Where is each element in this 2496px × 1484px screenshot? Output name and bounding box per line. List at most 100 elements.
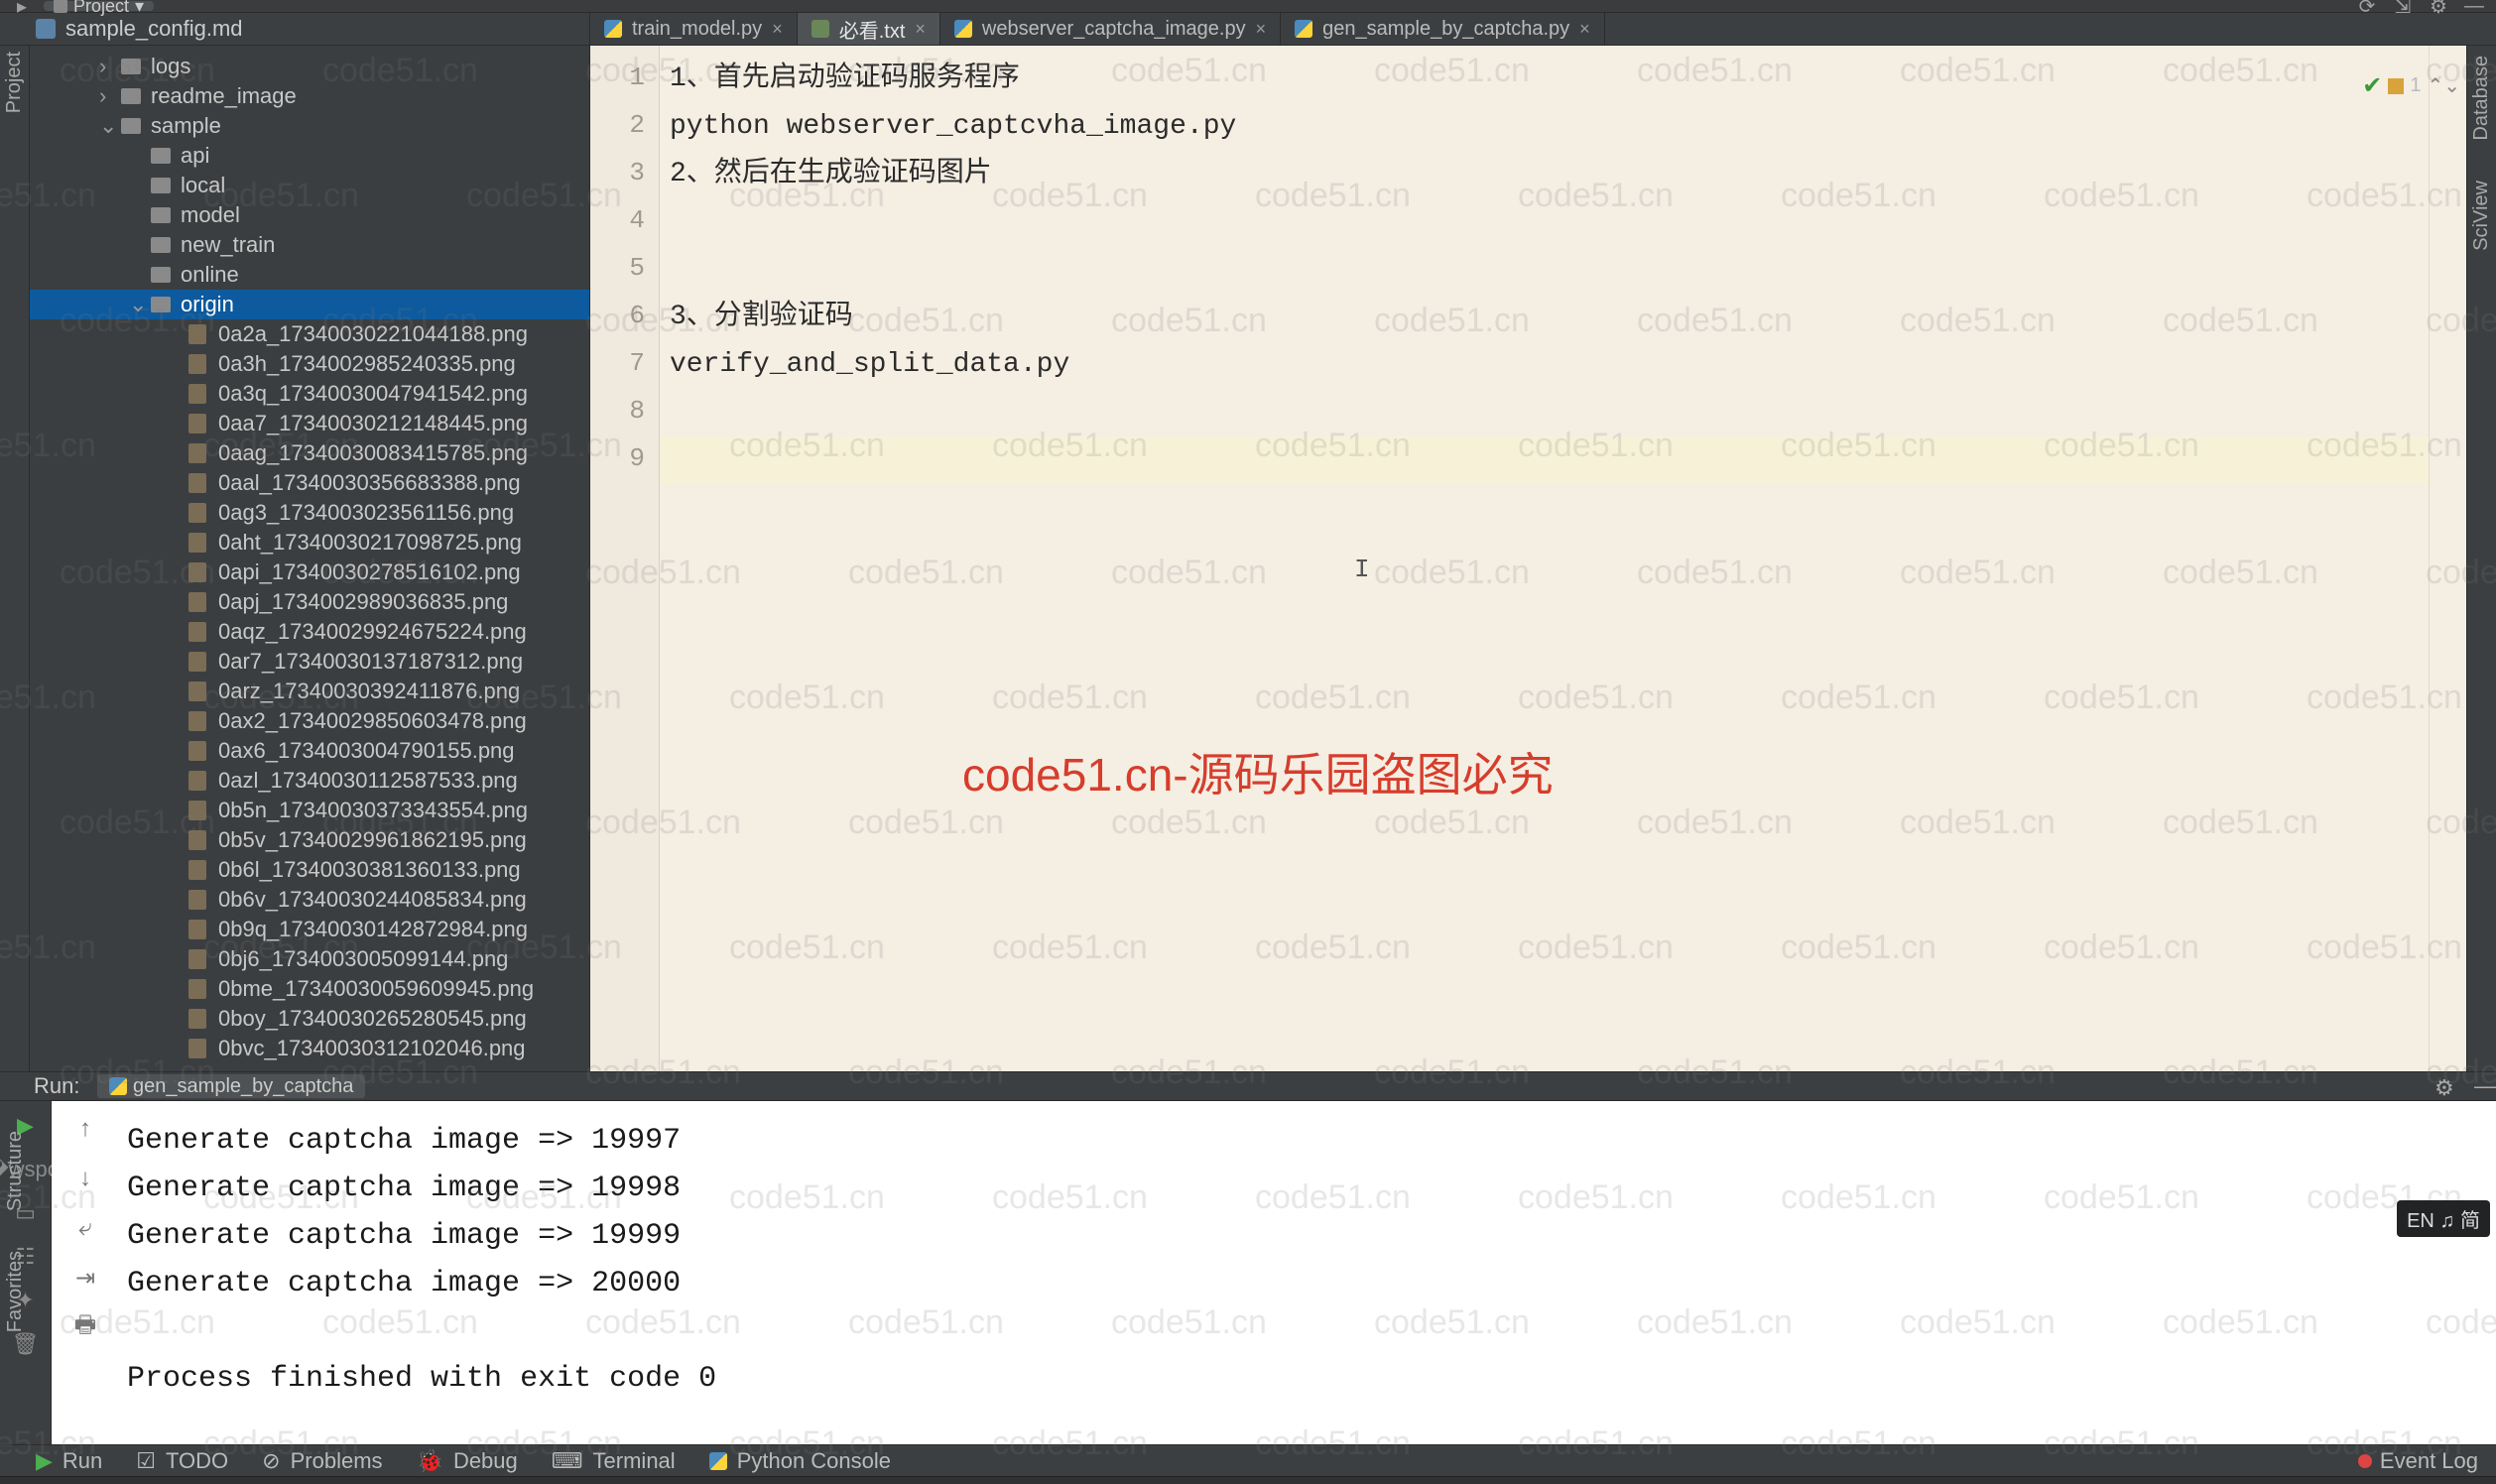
tree-file[interactable]: 0b5v_17340029961862195.png	[30, 825, 589, 855]
event-log-button[interactable]: Event Log	[2358, 1448, 2496, 1474]
editor-code[interactable]: 1、首先启动验证码服务程序 python webserver_captcvha_…	[660, 46, 2429, 1071]
run-console[interactable]: Generate captcha image => 19997 Generate…	[119, 1101, 2496, 1444]
debug-tool-button[interactable]: 🐞Debug	[417, 1448, 518, 1474]
folder-icon	[121, 88, 141, 104]
trash-icon[interactable]: 🗑	[13, 1331, 39, 1357]
editor-tab-1[interactable]: 必看.txt×	[798, 13, 940, 45]
tree-file-label: 0aal_17340030356683388.png	[218, 470, 521, 496]
terminal-tool-button[interactable]: ⌨Terminal	[552, 1448, 676, 1474]
project-tree[interactable]: ›logs›readme_image⌄sampleapilocalmodelne…	[30, 46, 590, 1071]
python-icon	[709, 1452, 727, 1470]
tree-file-label: 0a3q_17340030047941542.png	[218, 381, 528, 407]
tree-file[interactable]: 0ax6_1734003004790155.png	[30, 736, 589, 766]
python-console-tool-button[interactable]: Python Console	[709, 1448, 891, 1474]
tree-file[interactable]: 0aqz_17340029924675224.png	[30, 617, 589, 647]
side-sciview-label[interactable]: SciView	[2470, 181, 2493, 251]
tree-file[interactable]: 0a3q_17340030047941542.png	[30, 379, 589, 409]
bottom-tool-strip: ▶Run ☑TODO ⊘Problems 🐞Debug ⌨Terminal Py…	[0, 1444, 2496, 1476]
tree-folder-origin[interactable]: ⌄ origin	[30, 290, 589, 319]
chevron-icon[interactable]: ›	[99, 54, 117, 79]
tree-folder-api[interactable]: api	[30, 141, 589, 171]
tree-folder-logs[interactable]: ›logs	[30, 52, 589, 81]
tree-file-label: 0ax2_17340029850603478.png	[218, 708, 527, 734]
main-area: Project ›logs›readme_image⌄sampleapiloca…	[0, 46, 2496, 1071]
tree-file[interactable]: 0arz_17340030392411876.png	[30, 677, 589, 706]
chevron-icon[interactable]: ›	[99, 83, 117, 109]
close-icon[interactable]: ×	[1256, 19, 1267, 40]
tree-file-label: 0b5n_17340030373343554.png	[218, 798, 528, 823]
tree-folder-label: local	[181, 173, 225, 198]
tree-folder-new_train[interactable]: new_train	[30, 230, 589, 260]
tree-file[interactable]: 0b6v_17340030244085834.png	[30, 885, 589, 915]
py-icon	[954, 20, 972, 38]
editor-tab-3[interactable]: gen_sample_by_captcha.py×	[1281, 13, 1605, 45]
problems-tool-button[interactable]: ⊘Problems	[262, 1448, 382, 1474]
side-favorites-label[interactable]: Favorites	[4, 1251, 27, 1332]
tree-folder-online[interactable]: online	[30, 260, 589, 290]
image-file-icon	[188, 443, 206, 463]
tree-folder-local[interactable]: local	[30, 171, 589, 200]
tree-file[interactable]: 0ax2_17340029850603478.png	[30, 706, 589, 736]
image-file-icon	[188, 622, 206, 642]
side-database-label[interactable]: Database	[2470, 56, 2493, 141]
side-project-label[interactable]: Project	[3, 52, 26, 113]
image-file-icon	[188, 562, 206, 582]
image-file-icon	[188, 592, 206, 612]
editor-tab-2[interactable]: webserver_captcha_image.py×	[940, 13, 1281, 45]
up-icon[interactable]: ↑	[71, 1115, 99, 1143]
left-lower-gutter: Structure Favorites	[0, 1131, 30, 1332]
tree-file[interactable]: 0ar7_17340030137187312.png	[30, 647, 589, 677]
gear-icon[interactable]: ⚙	[2434, 1075, 2456, 1097]
project-open-file[interactable]: sample_config.md	[0, 13, 590, 45]
image-file-icon	[188, 860, 206, 880]
tree-file[interactable]: 0ag3_1734003023561156.png	[30, 498, 589, 528]
tree-file[interactable]: 0b5n_17340030373343554.png	[30, 796, 589, 825]
tree-file[interactable]: 0apj_1734002989036835.png	[30, 587, 589, 617]
tree-file[interactable]: 0bj6_1734003005099144.png	[30, 944, 589, 974]
tree-file[interactable]: 0aag_17340030083415785.png	[30, 438, 589, 468]
image-file-icon	[188, 533, 206, 553]
tree-file[interactable]: 0b9q_17340030142872984.png	[30, 915, 589, 944]
down-icon[interactable]: ↓	[71, 1165, 99, 1192]
tree-file[interactable]: 0aht_17340030217098725.png	[30, 528, 589, 557]
tree-folder-model[interactable]: model	[30, 200, 589, 230]
image-file-icon	[188, 801, 206, 820]
tree-file[interactable]: 0boy_17340030265280545.png	[30, 1004, 589, 1034]
tree-file[interactable]: 0bvc_17340030312102046.png	[30, 1034, 589, 1063]
tree-folder-readme_image[interactable]: ›readme_image	[30, 81, 589, 111]
tree-file[interactable]: 0aal_17340030356683388.png	[30, 468, 589, 498]
chevron-icon[interactable]: ⌄	[99, 113, 117, 139]
chevron-icon[interactable]: ⌄	[129, 292, 147, 317]
run-tool-button[interactable]: ▶Run	[36, 1448, 102, 1474]
image-file-icon	[188, 473, 206, 493]
left-tool-gutter: Project	[0, 46, 30, 1071]
tree-folder-sample[interactable]: ⌄sample	[30, 111, 589, 141]
tree-file[interactable]: 0bme_17340030059609945.png	[30, 974, 589, 1004]
close-icon[interactable]: ×	[772, 19, 783, 40]
side-structure-label[interactable]: Structure	[4, 1131, 27, 1211]
close-icon[interactable]: ×	[915, 19, 926, 40]
close-icon[interactable]: ×	[1579, 19, 1590, 40]
tree-file-label: 0bj6_1734003005099144.png	[218, 946, 508, 972]
editor-tab-0[interactable]: train_model.py×	[590, 13, 798, 45]
tree-file[interactable]: 0b6l_17340030381360133.png	[30, 855, 589, 885]
soft-wrap-icon[interactable]: ⤶	[71, 1214, 99, 1242]
tree-file[interactable]: 0a2a_17340030221044188.png	[30, 319, 589, 349]
print-icon[interactable]: 🖶	[71, 1313, 99, 1341]
run-config-chip[interactable]: gen_sample_by_captcha	[97, 1074, 365, 1098]
tree-file-label: 0a3h_1734002985240335.png	[218, 351, 516, 377]
scroll-end-icon[interactable]: ⇥	[71, 1264, 99, 1292]
tree-folder-label: origin	[181, 292, 234, 317]
tree-file[interactable]: 0api_17340030278516102.png	[30, 557, 589, 587]
py-icon	[1295, 20, 1312, 38]
tree-file-label: 0b5v_17340029961862195.png	[218, 827, 527, 853]
ime-badge[interactable]: EN ♫ 简	[2397, 1200, 2490, 1237]
todo-tool-button[interactable]: ☑TODO	[136, 1448, 228, 1474]
image-file-icon	[188, 503, 206, 523]
image-file-icon	[188, 354, 206, 374]
project-chip[interactable]: Project▾	[44, 1, 154, 11]
tree-file[interactable]: 0azl_17340030112587533.png	[30, 766, 589, 796]
tree-file[interactable]: 0a3h_1734002985240335.png	[30, 349, 589, 379]
minimize-icon[interactable]: —	[2474, 1073, 2496, 1099]
tree-file[interactable]: 0aa7_17340030212148445.png	[30, 409, 589, 438]
